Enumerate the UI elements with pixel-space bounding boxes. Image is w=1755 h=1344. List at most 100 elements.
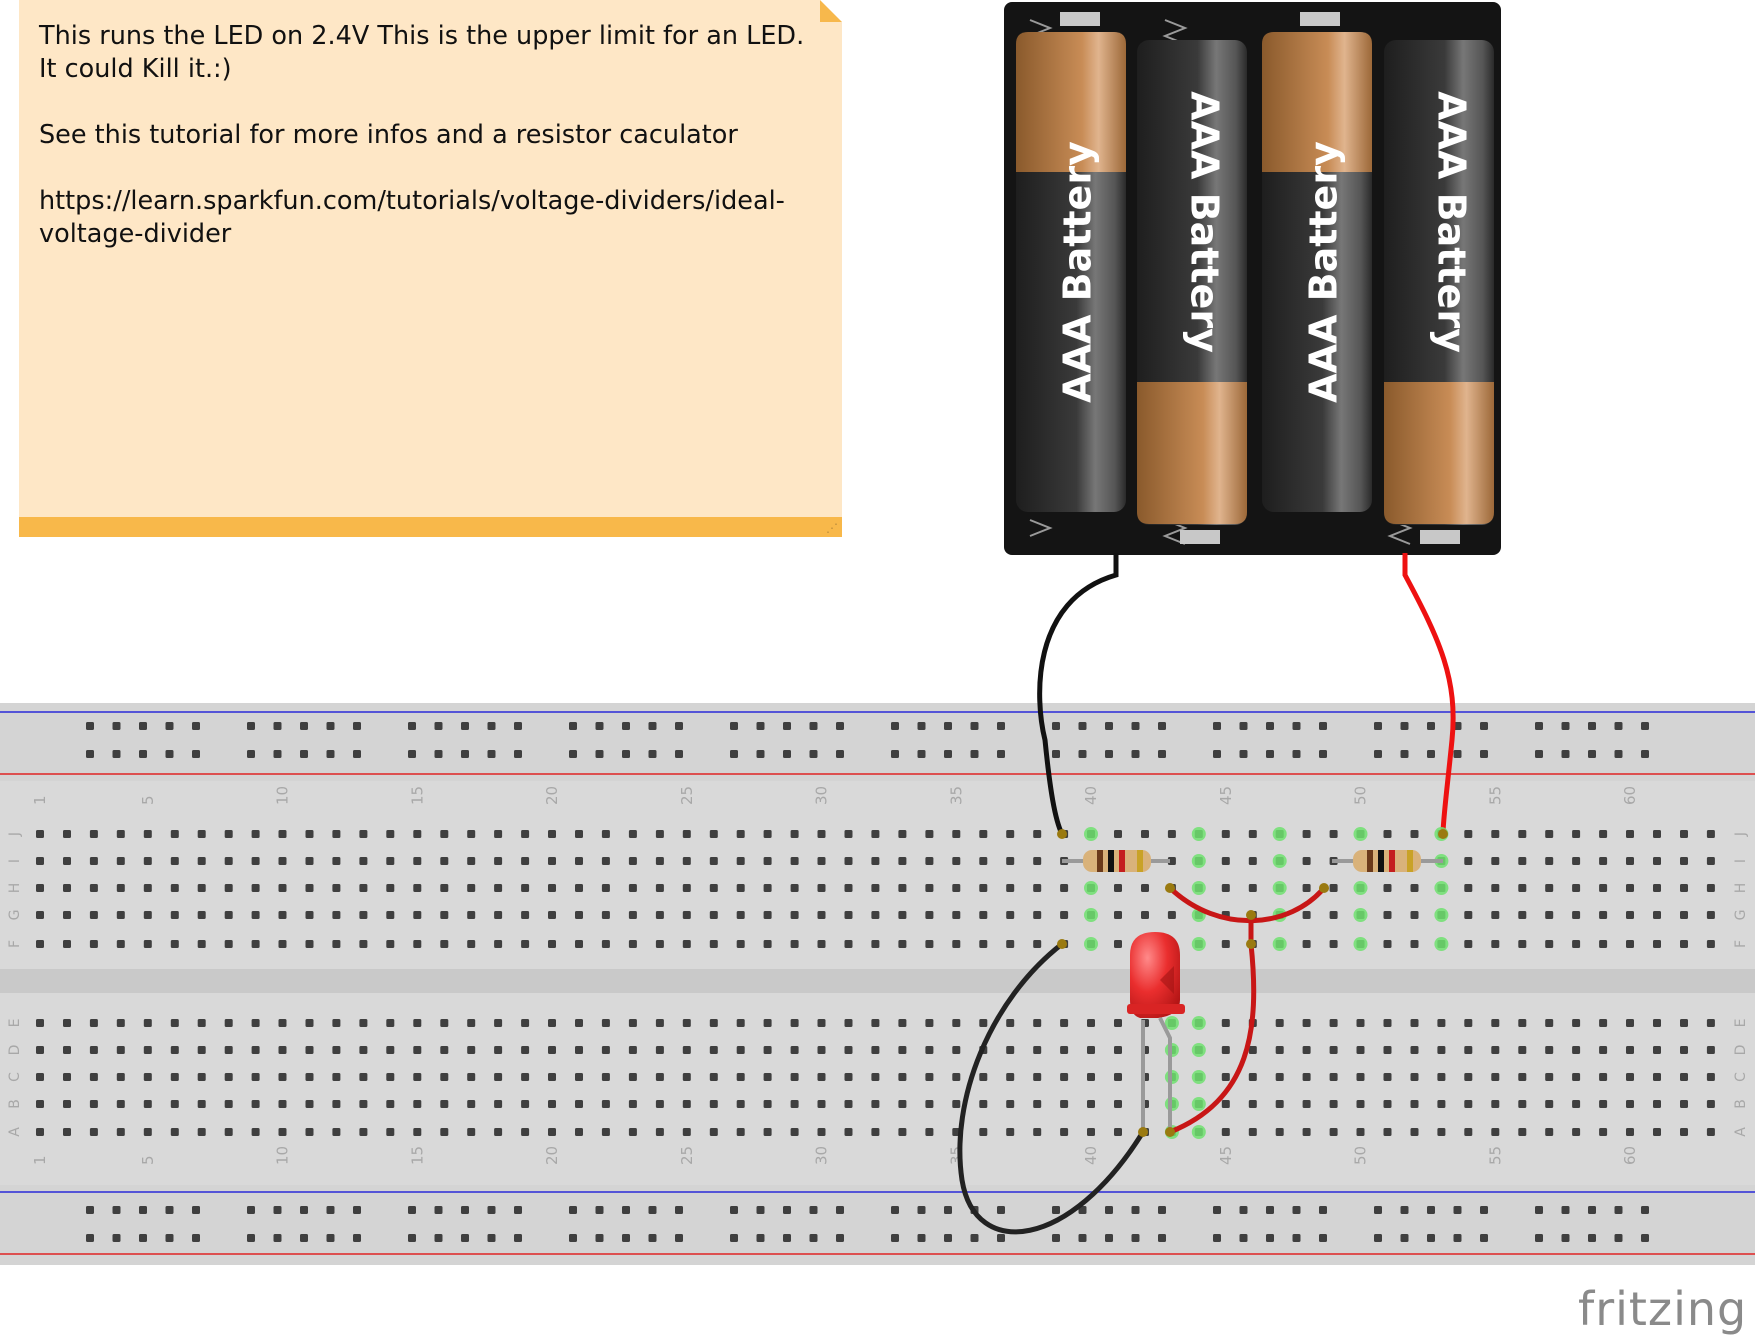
breadboard-hole[interactable] <box>548 857 556 865</box>
breadboard-hole[interactable] <box>1437 1128 1446 1136</box>
rail-hole[interactable] <box>1588 722 1596 730</box>
rail-hole[interactable] <box>1213 722 1221 730</box>
breadboard-hole[interactable] <box>709 1128 718 1136</box>
breadboard-hole[interactable] <box>1653 1128 1661 1136</box>
breadboard-hole[interactable] <box>251 857 260 865</box>
breadboard-hole[interactable] <box>655 1019 664 1027</box>
rail-hole[interactable] <box>1427 1234 1435 1242</box>
breadboard-hole[interactable] <box>1437 1046 1446 1054</box>
breadboard-hole[interactable] <box>979 940 988 948</box>
rail-hole[interactable] <box>1052 1206 1060 1214</box>
breadboard-hole[interactable] <box>1410 1019 1419 1027</box>
breadboard-hole[interactable] <box>1599 884 1608 892</box>
breadboard-hole[interactable] <box>1275 1046 1284 1054</box>
breadboard-hole[interactable] <box>1545 1100 1554 1108</box>
breadboard-hole[interactable] <box>63 830 71 838</box>
breadboard-hole[interactable] <box>386 1100 395 1108</box>
breadboard-hole[interactable] <box>251 1019 260 1027</box>
breadboard-hole[interactable] <box>170 940 179 948</box>
breadboard-hole[interactable] <box>1006 1100 1015 1108</box>
breadboard-hole[interactable] <box>1680 1046 1688 1054</box>
breadboard-hole[interactable] <box>763 830 772 838</box>
breadboard-hole[interactable] <box>224 1128 233 1136</box>
breadboard-hole[interactable] <box>224 1073 233 1081</box>
breadboard-hole[interactable] <box>36 911 44 919</box>
rail-hole[interactable] <box>514 722 522 730</box>
breadboard-hole[interactable] <box>709 1100 718 1108</box>
breadboard-hole[interactable] <box>1680 940 1688 948</box>
breadboard-hole[interactable] <box>359 1128 368 1136</box>
rail-hole[interactable] <box>1239 1206 1248 1214</box>
rail-hole[interactable] <box>836 1234 844 1242</box>
breadboard-hole[interactable] <box>736 1128 745 1136</box>
breadboard-hole[interactable] <box>1167 830 1176 838</box>
rail-hole[interactable] <box>1374 722 1382 730</box>
rail-hole[interactable] <box>192 750 200 758</box>
breadboard-hole[interactable] <box>143 857 152 865</box>
rail-hole[interactable] <box>756 1234 765 1242</box>
breadboard-hole[interactable] <box>1572 1046 1581 1054</box>
rail-hole[interactable] <box>1480 750 1488 758</box>
breadboard-hole[interactable] <box>817 1100 826 1108</box>
breadboard-hole[interactable] <box>1060 1019 1069 1027</box>
breadboard-hole[interactable] <box>170 1073 179 1081</box>
breadboard-hole[interactable] <box>278 884 287 892</box>
rail-hole[interactable] <box>1078 1234 1087 1242</box>
breadboard-hole[interactable] <box>952 1046 961 1054</box>
breadboard-hole[interactable] <box>36 1100 44 1108</box>
breadboard-hole[interactable] <box>1653 857 1661 865</box>
breadboard-hole[interactable] <box>1302 830 1311 838</box>
breadboard-hole[interactable] <box>521 884 530 892</box>
breadboard-hole[interactable] <box>898 1046 907 1054</box>
breadboard-hole[interactable] <box>1518 940 1527 948</box>
rail-hole[interactable] <box>1158 722 1166 730</box>
breadboard-hole[interactable] <box>413 1100 422 1108</box>
breadboard-hole[interactable] <box>494 911 503 919</box>
breadboard-hole[interactable] <box>736 857 745 865</box>
breadboard-hole[interactable] <box>1706 884 1715 892</box>
breadboard-hole[interactable] <box>1383 1073 1392 1081</box>
breadboard-hole[interactable] <box>1114 1100 1122 1108</box>
breadboard-hole[interactable] <box>1599 1073 1608 1081</box>
rail-hole[interactable] <box>997 750 1005 758</box>
rail-hole[interactable] <box>648 722 657 730</box>
breadboard-hole[interactable] <box>601 884 610 892</box>
breadboard-hole[interactable] <box>763 911 772 919</box>
breadboard-hole[interactable] <box>655 940 664 948</box>
breadboard-hole[interactable] <box>1060 911 1069 919</box>
breadboard-hole[interactable] <box>575 911 583 919</box>
breadboard-hole[interactable] <box>709 830 718 838</box>
breadboard-hole[interactable] <box>1491 940 1500 948</box>
breadboard-hole[interactable] <box>871 830 880 838</box>
breadboard-hole[interactable] <box>1706 857 1715 865</box>
rail-hole[interactable] <box>1641 750 1649 758</box>
breadboard-hole[interactable] <box>467 1100 476 1108</box>
rail-hole[interactable] <box>1105 722 1113 730</box>
breadboard-hole[interactable] <box>440 1046 449 1054</box>
rail-hole[interactable] <box>675 1206 683 1214</box>
breadboard-hole[interactable] <box>1114 1019 1122 1027</box>
rail-hole[interactable] <box>997 1206 1005 1214</box>
breadboard-hole[interactable] <box>548 1073 556 1081</box>
breadboard-hole[interactable] <box>332 1046 341 1054</box>
breadboard-hole[interactable] <box>575 884 583 892</box>
breadboard-hole[interactable] <box>413 1128 422 1136</box>
rail-hole[interactable] <box>944 1234 952 1242</box>
rail-hole[interactable] <box>300 750 308 758</box>
rail-hole[interactable] <box>86 1206 94 1214</box>
breadboard-hole[interactable] <box>197 940 206 948</box>
breadboard-hole[interactable] <box>197 1128 206 1136</box>
breadboard-hole[interactable] <box>413 1019 422 1027</box>
rail-hole[interactable] <box>461 1206 469 1214</box>
breadboard-hole[interactable] <box>1221 1128 1230 1136</box>
breadboard-hole[interactable] <box>736 911 745 919</box>
breadboard-hole[interactable] <box>1545 1128 1554 1136</box>
rail-hole[interactable] <box>675 750 683 758</box>
rail-hole[interactable] <box>917 1206 926 1214</box>
breadboard-hole[interactable] <box>1410 1046 1419 1054</box>
breadboard-hole[interactable] <box>116 830 125 838</box>
breadboard-hole[interactable] <box>655 1046 664 1054</box>
rail-hole[interactable] <box>1052 750 1060 758</box>
breadboard-hole[interactable] <box>116 1046 125 1054</box>
breadboard-hole[interactable] <box>332 1128 341 1136</box>
